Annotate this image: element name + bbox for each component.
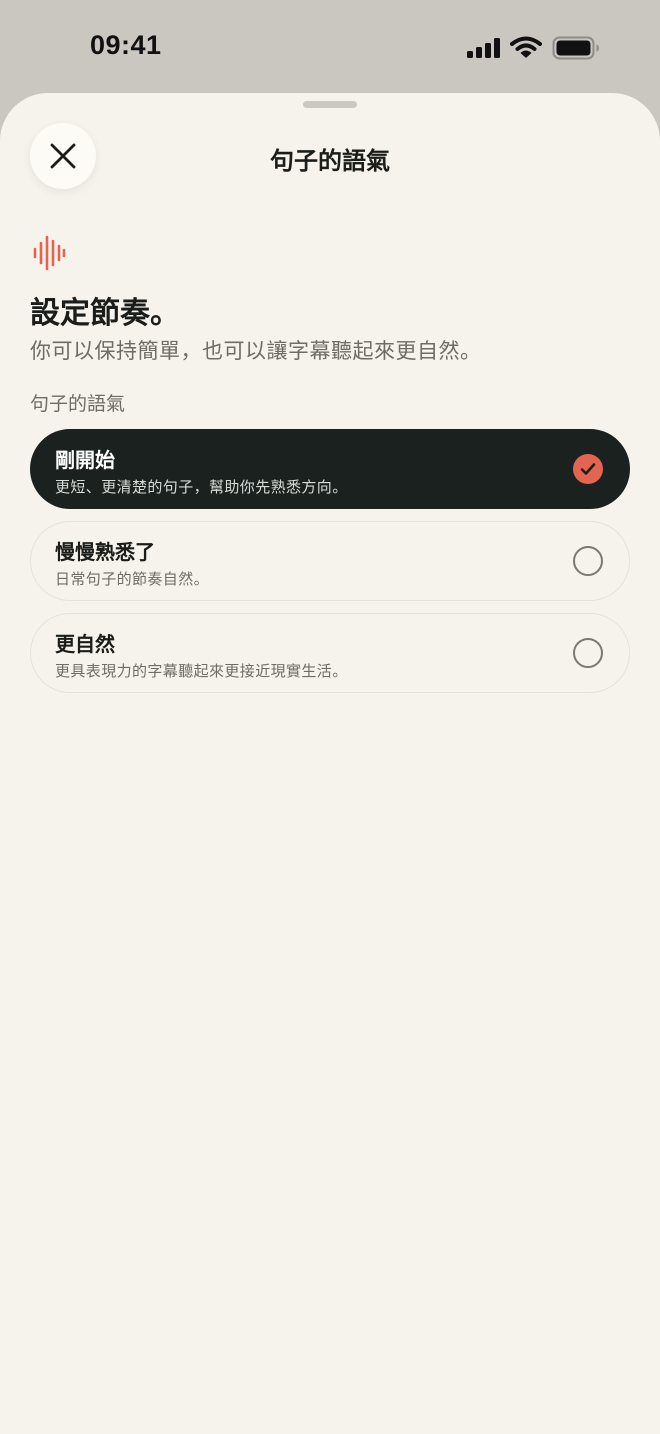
- option-beginner[interactable]: 剛開始 更短、更清楚的句子，幫助你先熟悉方向。: [30, 429, 630, 509]
- sheet-title: 句子的語氣: [270, 147, 390, 175]
- option-description: 更具表現力的字幕聽起來更接近現實生活。: [55, 662, 348, 680]
- page-subheading: 你可以保持簡單，也可以讓字幕聽起來更自然。: [30, 339, 482, 363]
- status-time: 09:41: [90, 30, 162, 60]
- section-label: 句子的語氣: [30, 393, 126, 415]
- option-title: 更自然: [55, 632, 115, 656]
- wifi-icon: [510, 36, 542, 58]
- option-description: 更短、更清楚的句子，幫助你先熟悉方向。: [55, 478, 348, 496]
- sheet-grabber[interactable]: [303, 101, 357, 108]
- checkmark-icon: [580, 463, 596, 475]
- option-description: 日常句子的節奏自然。: [55, 570, 210, 588]
- status-bar: 09:41: [0, 0, 660, 93]
- radio-selected[interactable]: [573, 454, 603, 484]
- battery-icon: [552, 36, 599, 60]
- option-title: 剛開始: [55, 448, 115, 472]
- option-getting-familiar[interactable]: 慢慢熟悉了 日常句子的節奏自然。: [30, 521, 630, 601]
- radio-unselected[interactable]: [573, 638, 603, 668]
- settings-sheet: 句子的語氣 設定節奏。 你可以保持簡單，也可以讓字幕聽起來更自然。 句子的語氣 …: [0, 93, 660, 1434]
- page-heading: 設定節奏。: [30, 296, 180, 331]
- radio-unselected[interactable]: [573, 546, 603, 576]
- option-title: 慢慢熟悉了: [55, 540, 155, 564]
- option-more-natural[interactable]: 更自然 更具表現力的字幕聽起來更接近現實生活。: [30, 613, 630, 693]
- cellular-signal-icon: [467, 38, 500, 58]
- sound-wave-icon: [33, 235, 66, 271]
